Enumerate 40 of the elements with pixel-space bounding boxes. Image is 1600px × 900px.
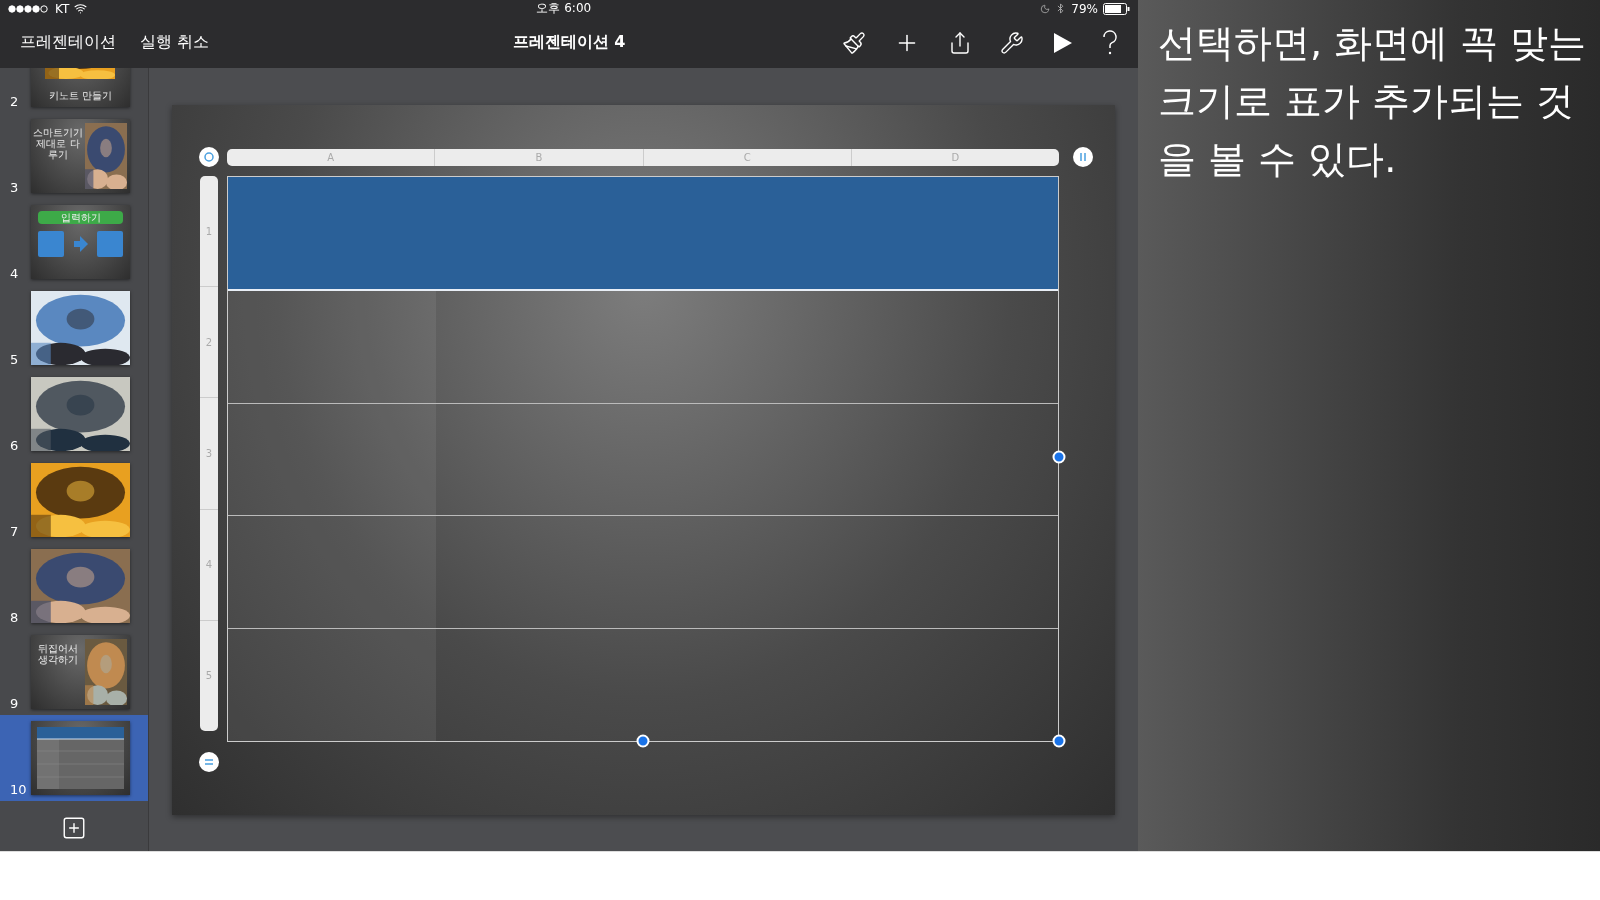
slide-number: 5	[10, 352, 19, 367]
share-icon[interactable]	[948, 30, 972, 55]
table-options-handle[interactable]	[199, 147, 219, 167]
slide-number: 2	[10, 94, 19, 109]
slide-thumbnail-text: 스마트기기 제대로 다루기	[33, 127, 83, 160]
slide-item[interactable]: 2 키노트 만들기	[0, 68, 148, 113]
play-icon[interactable]	[1052, 30, 1074, 55]
column-count-handle[interactable]	[1073, 147, 1093, 167]
resize-handle[interactable]	[636, 734, 650, 748]
slide-number: 8	[10, 610, 19, 625]
carrier-name: KT	[55, 1, 70, 16]
paintbrush-icon[interactable]	[842, 30, 866, 55]
wifi-icon	[74, 2, 88, 15]
slide-number: 4	[10, 266, 19, 281]
row-count-handle[interactable]	[199, 752, 219, 772]
slide-thumbnail-label: 입력하기	[38, 211, 123, 224]
slide-item[interactable]: 9 뒤집어서 생각하기	[0, 629, 148, 715]
clock: 오후 6:00	[536, 0, 592, 17]
resize-handle[interactable]	[1052, 450, 1066, 464]
slide-number: 7	[10, 524, 19, 539]
slide-number: 6	[10, 438, 19, 453]
resize-handle[interactable]	[1052, 734, 1066, 748]
moon-icon	[1040, 3, 1051, 14]
slide-number: 9	[10, 696, 19, 711]
wrench-icon[interactable]	[1000, 30, 1024, 55]
slide-thumbnail-text: 키노트 만들기	[47, 90, 114, 101]
caption: 선택하면, 화면에 꼭 맞는 크기로 표가 추가되는 것을 볼 수 있다.	[1158, 20, 1588, 183]
slide-number: 3	[10, 180, 19, 195]
slide-item[interactable]: 3 스마트기기 제대로 다루기	[0, 113, 148, 199]
battery-percent: 79%	[1071, 1, 1098, 16]
toolbar-button[interactable]: 실행 취소	[140, 32, 210, 53]
slide-item[interactable]: 10	[0, 715, 148, 801]
battery-icon	[1103, 2, 1130, 15]
signal-icon	[8, 4, 50, 13]
slide-item[interactable]: 4 입력하기	[0, 199, 148, 285]
document-title: 프레젠테이션 4	[512, 32, 626, 51]
help-icon[interactable]	[1102, 29, 1118, 56]
slide-number: 10	[10, 782, 27, 797]
slide-thumbnail-text: 뒤집어서 생각하기	[37, 643, 79, 665]
toolbar-button[interactable]: 프레젠테이션	[20, 32, 116, 53]
